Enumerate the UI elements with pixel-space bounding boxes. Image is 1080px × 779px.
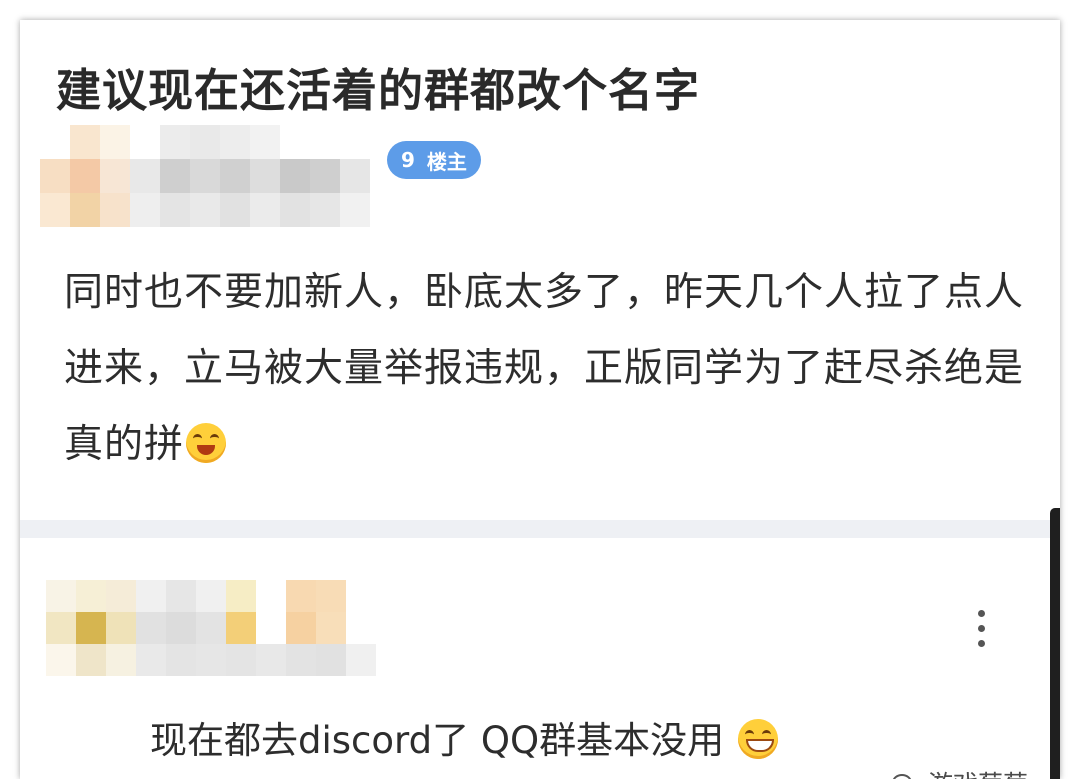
op-label: 楼主 xyxy=(426,149,467,174)
post-body: 同时也不要加新人，卧底太多了，昨天几个人拉了点人进来，立马被大量举报违规，正版同… xyxy=(64,255,1024,483)
post-divider xyxy=(20,520,1060,538)
blurred-reply-author-info xyxy=(46,580,406,676)
squinting-laughing-face-icon xyxy=(186,423,227,463)
app-screen: 建议现在还活着的群都改个名字 9 楼主 同时也不要加新人，卧底太多了，昨天几个人… xyxy=(20,20,1060,779)
grinning-face-icon xyxy=(737,719,778,759)
original-post: 建议现在还活着的群都改个名字 9 楼主 同时也不要加新人，卧底太多了，昨天几个人… xyxy=(20,20,1060,520)
more-options-icon[interactable] xyxy=(973,610,989,650)
watermark-text: 游戏葡萄 xyxy=(928,765,1028,779)
blurred-author-info xyxy=(40,125,370,227)
floor-number: 9 xyxy=(401,148,415,172)
scrollbar[interactable] xyxy=(1050,508,1060,779)
op-badge: 9 楼主 xyxy=(387,141,481,179)
reply-body: 现在都去discord了 QQ群基本没用 xyxy=(150,710,778,764)
reply-body-text: 现在都去discord了 QQ群基本没用 xyxy=(150,719,725,762)
wechat-icon xyxy=(892,772,922,779)
post-title: 建议现在还活着的群都改个名字 xyxy=(56,64,701,117)
watermark: 游戏葡萄 xyxy=(892,765,1028,779)
